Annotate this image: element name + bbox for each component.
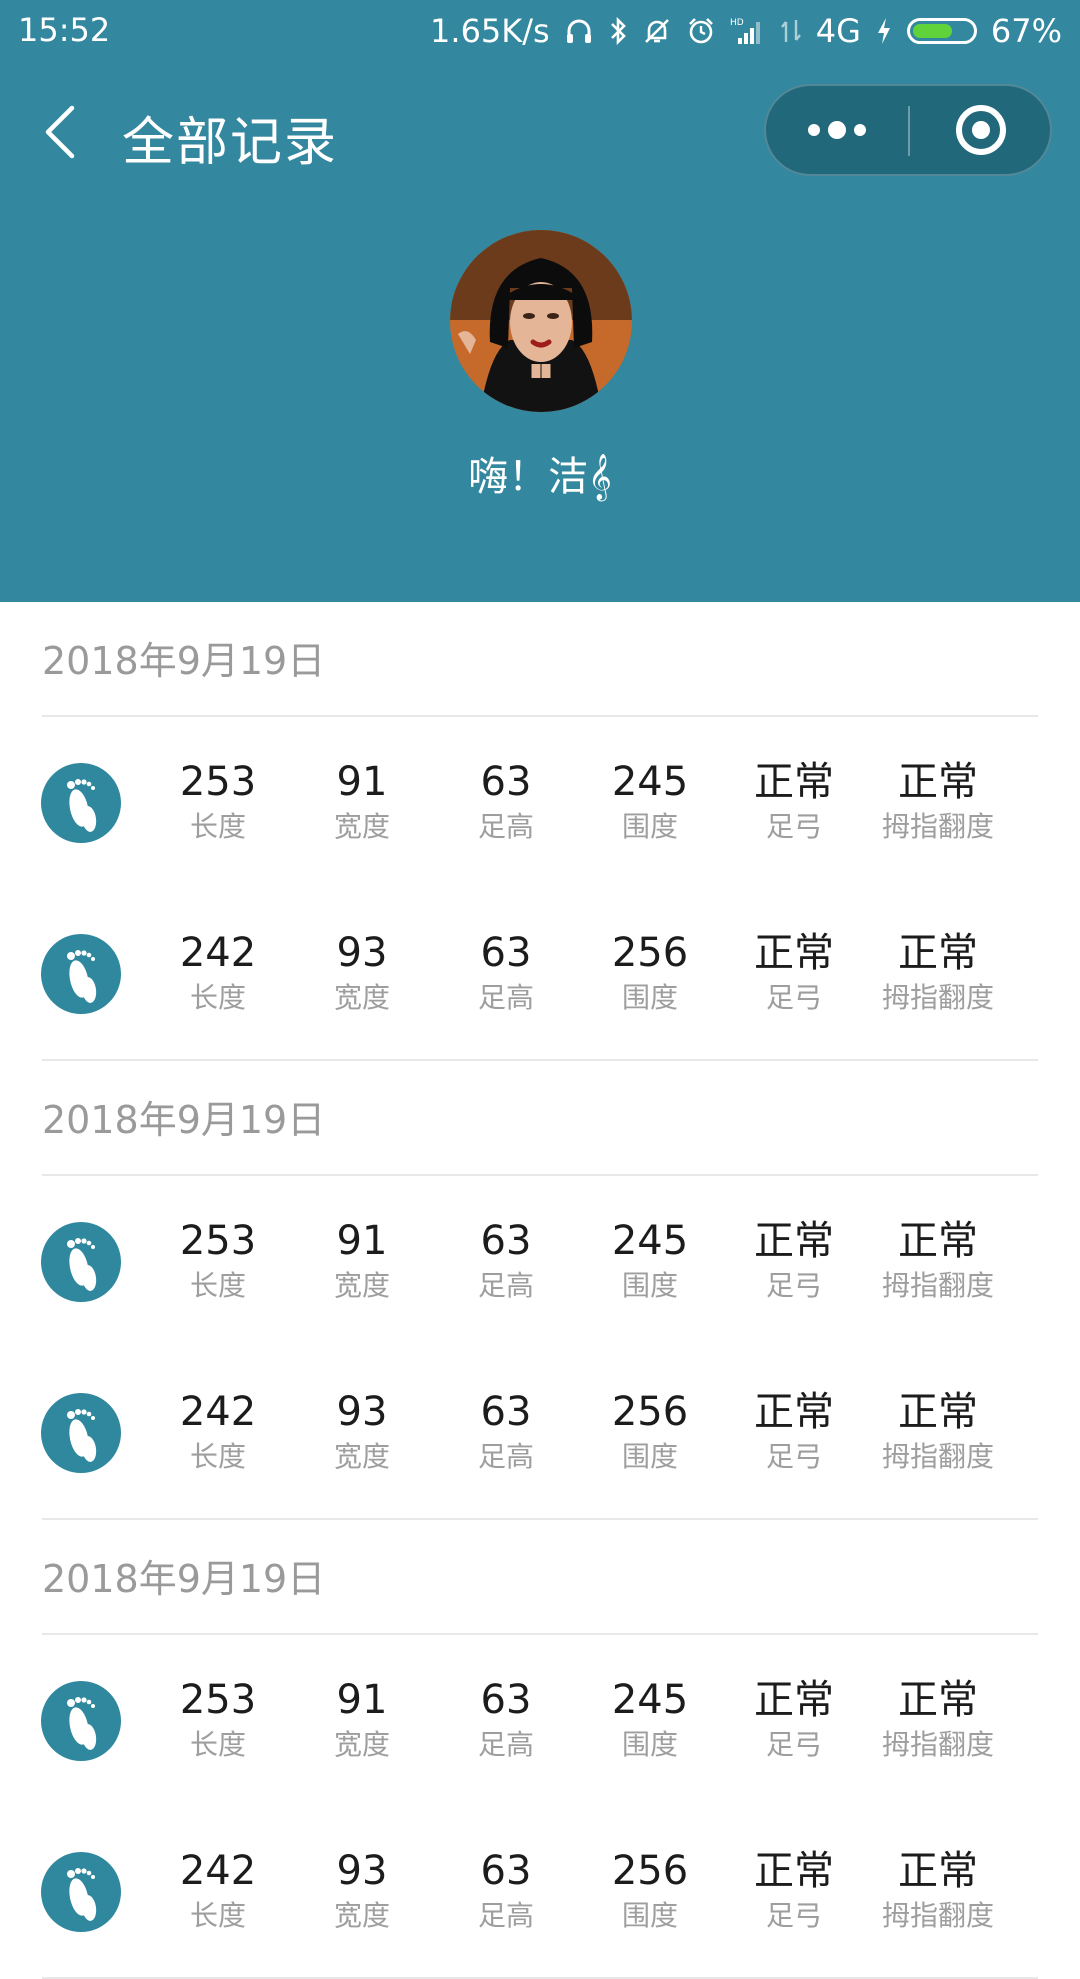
footprint-icon: [41, 1681, 121, 1761]
footprint-icon: [41, 1222, 121, 1302]
metric-value: 正常: [898, 930, 978, 976]
record-group: 2018年9月19日 253 长度 91 宽度 63 足高 245 围度 正常 足弓 正常 拇指翻度: [0, 1061, 1080, 1520]
footprint-icon: [41, 1852, 121, 1932]
header: 15:52 1.65K/s HD 4G 67% 全部记录 嗨！洁𝄞: [0, 0, 1080, 602]
mini-program-capsule: [764, 84, 1052, 176]
metric-value: 正常: [898, 1218, 978, 1264]
record-row[interactable]: 242 长度 93 宽度 63 足高 256 围度 正常 足弓 正常 拇指翻度: [0, 888, 1080, 1059]
record-group: 2018年9月19日 253 长度 91 宽度 63 足高 245 围度 正常 足弓 正常 拇指翻度: [0, 1520, 1080, 1979]
status-bar: 15:52 1.65K/s HD 4G 67%: [0, 0, 1080, 62]
back-button[interactable]: [38, 102, 88, 162]
footprint-icon: [41, 1393, 121, 1473]
close-button[interactable]: [910, 86, 1052, 174]
hd-signal-icon: HD: [730, 16, 766, 46]
user-greeting: 嗨！洁𝄞: [468, 454, 612, 500]
metric-value: 正常: [898, 1677, 978, 1723]
more-button[interactable]: [766, 86, 908, 174]
record-row[interactable]: 253 长度 91 宽度 63 足高 245 围度 正常 足弓 正常 拇指翻度: [0, 1176, 1080, 1347]
page-title: 全部记录: [122, 113, 339, 173]
battery-percent: 67%: [990, 12, 1062, 50]
records-list: 2018年9月19日 253 长度 91 宽度 63 足高 245 围度 正常 足弓 正常 拇指翻度: [0, 602, 1080, 1979]
record-date: 2018年9月19日: [42, 1557, 326, 1601]
notifications-off-icon: [642, 16, 672, 46]
metric-hallux: 正常 拇指翻度: [853, 1846, 1023, 1936]
alarm-icon: [686, 16, 716, 46]
metric-label: 拇指翻度: [881, 981, 994, 1014]
more-dots-icon: [808, 121, 866, 139]
battery-fill: [912, 24, 952, 38]
charging-icon: [875, 16, 893, 46]
record-rows: 253 长度 91 宽度 63 足高 245 围度 正常 足弓 正常 拇指翻度 242 长度 93 宽度 63…: [0, 1176, 1080, 1518]
data-arrows-icon: [780, 16, 802, 46]
metric-label: 拇指翻度: [881, 1899, 994, 1932]
status-icons: 1.65K/s HD 4G 67%: [430, 8, 1062, 54]
network-type: 4G: [815, 12, 861, 50]
metric-value: 正常: [898, 1848, 978, 1894]
record-rows: 253 长度 91 宽度 63 足高 245 围度 正常 足弓 正常 拇指翻度 242 长度 93 宽度 63…: [0, 717, 1080, 1059]
battery-icon: [906, 18, 977, 44]
avatar[interactable]: [450, 230, 632, 412]
footprint-icon: [41, 763, 121, 843]
record-rows: 253 长度 91 宽度 63 足高 245 围度 正常 足弓 正常 拇指翻度 242 长度 93 宽度 63…: [0, 1635, 1080, 1977]
svg-text:HD: HD: [730, 18, 744, 28]
metric-value: 正常: [898, 1389, 978, 1435]
bluetooth-icon: [608, 16, 628, 46]
status-time: 15:52: [18, 11, 111, 49]
metric-hallux: 正常 拇指翻度: [853, 1387, 1023, 1477]
metric-label: 拇指翻度: [881, 1728, 994, 1761]
record-row[interactable]: 253 长度 91 宽度 63 足高 245 围度 正常 足弓 正常 拇指翻度: [0, 717, 1080, 888]
record-date: 2018年9月19日: [42, 639, 326, 683]
metric-hallux: 正常 拇指翻度: [853, 757, 1023, 847]
metric-label: 拇指翻度: [881, 810, 994, 843]
record-date: 2018年9月19日: [42, 1098, 326, 1142]
footprint-icon: [41, 934, 121, 1014]
metric-label: 拇指翻度: [881, 1269, 994, 1302]
metric-hallux: 正常 拇指翻度: [853, 1216, 1023, 1306]
record-row[interactable]: 253 长度 91 宽度 63 足高 245 围度 正常 足弓 正常 拇指翻度: [0, 1635, 1080, 1806]
avatar-image: [450, 230, 632, 412]
nav-bar: 全部记录: [0, 72, 1080, 192]
metric-value: 正常: [898, 759, 978, 805]
record-row[interactable]: 242 长度 93 宽度 63 足高 256 围度 正常 足弓 正常 拇指翻度: [0, 1806, 1080, 1977]
metric-label: 拇指翻度: [881, 1440, 994, 1473]
chevron-left-icon: [45, 105, 75, 159]
record-group: 2018年9月19日 253 长度 91 宽度 63 足高 245 围度 正常 足弓 正常 拇指翻度: [0, 602, 1080, 1061]
metric-hallux: 正常 拇指翻度: [853, 1675, 1023, 1765]
record-row[interactable]: 242 长度 93 宽度 63 足高 256 围度 正常 足弓 正常 拇指翻度: [0, 1347, 1080, 1518]
headphones-icon: [564, 16, 594, 46]
target-circle-icon: [956, 105, 1006, 155]
net-speed: 1.65K/s: [430, 12, 550, 50]
metric-hallux: 正常 拇指翻度: [853, 928, 1023, 1018]
